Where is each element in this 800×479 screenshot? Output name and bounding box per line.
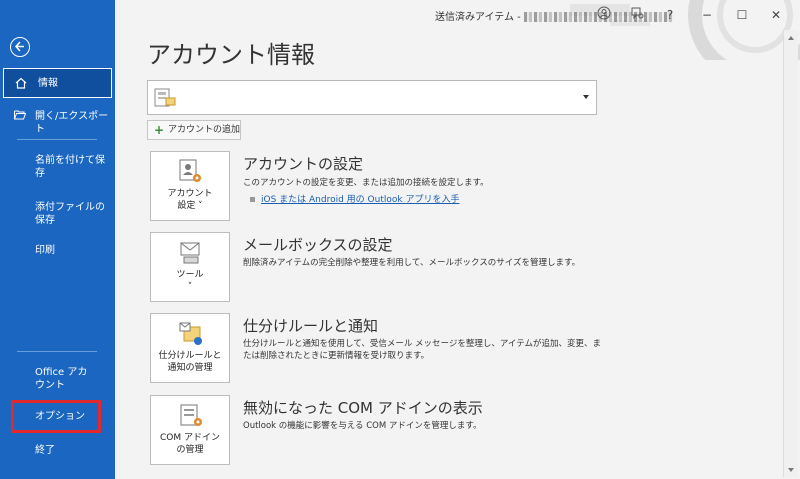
folder-open-icon — [14, 110, 26, 120]
plus-icon: + — [154, 123, 165, 137]
nav-item-office-account[interactable]: Office アカ ウント — [0, 366, 115, 396]
nav-item-open-export[interactable]: 開く/エクスポート — [0, 106, 115, 135]
account-settings-icon — [179, 159, 201, 182]
tile-label: COM アドイン — [160, 433, 220, 443]
rules-alerts-icon — [179, 322, 202, 345]
add-account-button[interactable]: + アカウントの追加 — [147, 120, 241, 140]
nav-item-label: 開く/エクスポート — [35, 111, 109, 135]
nav-item-print[interactable]: 印刷 — [0, 243, 115, 259]
nav-item-exit[interactable]: 終了 — [0, 443, 115, 459]
tile-label: 設定 ˅ — [177, 201, 203, 211]
nav-item-save-attachments[interactable]: 添付ファイルの 保存 — [0, 201, 115, 231]
section-title: 無効になった COM アドインの表示 — [243, 399, 483, 417]
scroll-up-icon[interactable] — [788, 36, 794, 40]
get-outlook-app-link[interactable]: iOS または Android 用の Outlook アプリを入手 — [250, 192, 459, 205]
back-arrow-icon[interactable] — [10, 37, 30, 57]
mail-account-icon — [154, 88, 176, 107]
tile-label: アカウント — [167, 189, 213, 199]
home-icon — [15, 77, 27, 89]
section-description: 削除済みアイテムの完全削除や整理を利用して、メールボックスのサイズを管理します。 — [243, 258, 581, 268]
manage-com-addins-button[interactable]: COM アドイン の管理 — [150, 395, 230, 465]
nav-item-label: 添付ファイルの — [35, 202, 105, 213]
scroll-down-icon[interactable] — [788, 468, 794, 472]
account-selector[interactable] — [147, 80, 597, 115]
nav-item-label: 印刷 — [35, 245, 55, 256]
link-text: iOS または Android 用の Outlook アプリを入手 — [261, 195, 460, 205]
nav-item-label: 情報 — [38, 78, 58, 89]
chevron-down-icon — [583, 95, 589, 99]
section-description: 仕分けルールと通知を使用して、受信メール メッセージを整理し、アイテムが追加、変… — [243, 339, 602, 349]
add-account-label: アカウントの追加 — [168, 125, 241, 135]
coauthor-icon[interactable] — [628, 6, 646, 24]
section-title: アカウントの設定 — [243, 155, 364, 173]
nav-item-label: 存 — [35, 168, 45, 179]
com-addins-icon — [180, 404, 202, 426]
tile-label: ˅ — [187, 282, 193, 292]
nav-divider — [17, 351, 97, 352]
help-button[interactable]: ? — [661, 6, 679, 24]
section-description: たは削除されたときに更新情報を受け取ります。 — [243, 351, 430, 361]
nav-item-label: Office アカ — [35, 367, 88, 378]
bullet-icon — [250, 197, 255, 202]
nav-item-label: 保存 — [35, 215, 55, 226]
tile-label: 通知の管理 — [167, 363, 213, 373]
page-title: アカウント情報 — [147, 41, 315, 69]
nav-item-label: 名前を付けて保 — [35, 155, 105, 166]
section-description: このアカウントの設定を変更、または追加の接続を設定します。 — [243, 178, 489, 188]
window-title-text: 送信済みアイテム - — [435, 12, 521, 23]
account-icon[interactable] — [595, 6, 613, 24]
title-bar: 送信済みアイテム - ? − ☐ ✕ — [115, 0, 800, 30]
tile-label: ツール — [176, 270, 204, 280]
tile-label: 仕分けルールと — [158, 351, 222, 361]
section-title: 仕分けルールと通知 — [243, 317, 379, 335]
close-button[interactable]: ✕ — [767, 6, 785, 24]
section-description: Outlook の機能に影響を与える COM アドインを管理します。 — [243, 421, 482, 431]
maximize-button[interactable]: ☐ — [733, 6, 751, 24]
vertical-scrollbar[interactable] — [783, 30, 798, 477]
options-highlight-box — [11, 400, 101, 433]
nav-item-info[interactable]: 情報 — [3, 68, 112, 98]
mailbox-tools-icon — [180, 242, 200, 264]
nav-item-label: ウント — [35, 380, 65, 391]
tile-label: の管理 — [176, 445, 204, 455]
nav-divider — [17, 139, 97, 140]
account-settings-button[interactable]: アカウント 設定 ˅ — [150, 151, 230, 221]
nav-item-save-as[interactable]: 名前を付けて保 存 — [0, 154, 115, 184]
nav-item-label: 終了 — [35, 445, 55, 456]
tools-button[interactable]: ツール ˅ — [150, 232, 230, 302]
minimize-button[interactable]: − — [698, 6, 716, 24]
backstage-nav: 情報 開く/エクスポート 名前を付けて保 存 添付ファイルの 保存 印刷 Off… — [0, 0, 115, 479]
manage-rules-alerts-button[interactable]: 仕分けルールと 通知の管理 — [150, 313, 230, 383]
section-title: メールボックスの設定 — [243, 236, 393, 254]
